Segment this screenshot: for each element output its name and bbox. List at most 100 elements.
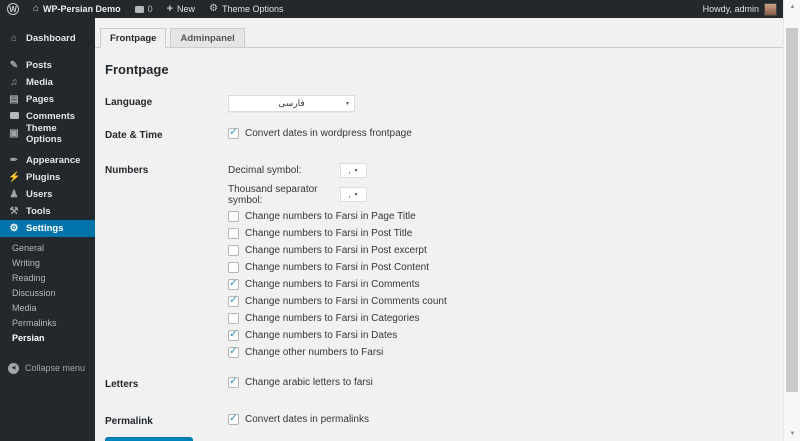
submenu-item-persian[interactable]: Persian: [0, 331, 95, 346]
checkbox-label: Change numbers to Farsi in Post excerpt: [245, 245, 427, 256]
decimal-symbol-select[interactable]: , ▼: [340, 163, 367, 178]
submenu-item-permalinks[interactable]: Permalinks: [0, 316, 95, 331]
comments-toolbar-link[interactable]: 0: [128, 0, 160, 18]
tools-icon: ⚒: [9, 205, 19, 217]
site-name: WP-Persian Demo: [43, 4, 121, 14]
sidebar-item-plugins[interactable]: ⚡ Plugins: [0, 169, 95, 186]
checkbox-row: Change numbers to Farsi in Post excerpt: [228, 245, 447, 256]
numbers-comments-checkbox[interactable]: [228, 279, 239, 290]
number-options-list: Change numbers to Farsi in Page Title Ch…: [228, 211, 447, 358]
scrollbar-thumb[interactable]: [786, 28, 798, 392]
language-row: Language فارسی ▼: [105, 95, 783, 112]
submenu-item-media[interactable]: Media: [0, 301, 95, 316]
letters-label: Letters: [105, 379, 139, 390]
checkbox-label: Change numbers to Farsi in Categories: [245, 313, 420, 324]
theme-options-label: Theme Options: [222, 4, 284, 14]
plus-icon: +: [166, 2, 174, 15]
sidebar-item-settings[interactable]: ⚙ Settings: [0, 220, 101, 237]
numbers-page-title-checkbox[interactable]: [228, 211, 239, 222]
checkbox-row: Change numbers to Farsi in Post Content: [228, 262, 447, 273]
numbers-dates-checkbox[interactable]: [228, 330, 239, 341]
site-link[interactable]: ⌂ WP-Persian Demo: [26, 0, 128, 18]
scroll-up-icon[interactable]: ▲: [784, 0, 800, 14]
collapse-arrow-icon: ◀: [8, 362, 19, 374]
submenu-item-reading[interactable]: Reading: [0, 271, 95, 286]
decimal-symbol-value: ,: [348, 166, 351, 175]
submenu-item-general[interactable]: General: [0, 241, 95, 256]
chevron-down-icon: ▼: [353, 191, 359, 198]
theme-options-toolbar-link[interactable]: ⚙ Theme Options: [202, 0, 291, 18]
thousand-separator-label: Thousand separator symbol:: [228, 183, 318, 206]
checkbox-row: Change numbers to Farsi in Categories: [228, 313, 447, 324]
main-content: Frontpage Adminpanel Frontpage Language …: [95, 18, 783, 441]
sidebar-item-media[interactable]: ♫ Media: [0, 74, 95, 91]
comments-count: 0: [147, 4, 153, 14]
admin-sidebar: ⌂ Dashboard ✎ Posts ♫ Media ▤ Pages Comm…: [0, 18, 101, 441]
numbers-post-excerpt-checkbox[interactable]: [228, 245, 239, 256]
checkbox-label: Convert dates in wordpress frontpage: [245, 128, 412, 139]
checkbox-label: Change numbers to Farsi in Post Content: [245, 262, 429, 273]
submenu-item-discussion[interactable]: Discussion: [0, 286, 95, 301]
users-icon: ♟: [9, 188, 19, 200]
new-label: New: [177, 4, 196, 14]
checkbox-label: Change numbers to Farsi in Comments: [245, 279, 420, 290]
wordpress-admin-screen: W ⌂ WP-Persian Demo 0 + New ⚙ Theme Opti…: [0, 0, 800, 441]
letters-row: Letters Change arabic letters to farsi: [105, 377, 783, 390]
numbers-other-checkbox[interactable]: [228, 347, 239, 358]
numbers-categories-checkbox[interactable]: [228, 313, 239, 324]
page-title: Frontpage: [105, 62, 169, 77]
submenu-item-writing[interactable]: Writing: [0, 256, 95, 271]
comment-bubble-icon: [134, 5, 144, 13]
sidebar-item-tools[interactable]: ⚒ Tools: [0, 203, 95, 220]
arabic-letters-checkbox[interactable]: [228, 377, 239, 388]
permalink-row: Permalink Convert dates in permalinks: [105, 414, 783, 427]
numbers-label: Numbers: [105, 165, 149, 176]
settings-icon: ⚙: [9, 222, 19, 234]
sidebar-item-pages[interactable]: ▤ Pages: [0, 91, 95, 108]
checkbox-row: Change numbers to Farsi in Page Title: [228, 211, 447, 222]
settings-form: Language فارسی ▼ Date & Time Convert dat…: [105, 95, 783, 427]
checkbox-label: Change arabic letters to farsi: [245, 377, 373, 388]
convert-dates-frontpage-checkbox[interactable]: [228, 128, 239, 139]
collapse-menu-button[interactable]: ◀ Collapse menu: [0, 360, 95, 376]
sidebar-item-dashboard[interactable]: ⌂ Dashboard: [0, 30, 95, 47]
checkbox-row: Change other numbers to Farsi: [228, 347, 447, 358]
numbers-post-title-checkbox[interactable]: [228, 228, 239, 239]
checkbox-label: Change numbers to Farsi in Post Title: [245, 228, 413, 239]
datetime-label: Date & Time: [105, 130, 163, 141]
thousand-separator-value: ,: [348, 190, 351, 199]
numbers-post-content-checkbox[interactable]: [228, 262, 239, 273]
checkbox-label: Change other numbers to Farsi: [245, 347, 384, 358]
thousand-separator-select[interactable]: , ▼: [340, 187, 367, 202]
sidebar-item-appearance[interactable]: ✒ Appearance: [0, 152, 95, 169]
settings-submenu: General Writing Reading Discussion Media…: [0, 237, 95, 346]
home-icon: ⌂: [33, 3, 40, 14]
account-menu[interactable]: Howdy, admin: [697, 0, 783, 18]
checkbox-row: Change numbers to Farsi in Comments coun…: [228, 296, 447, 307]
wordpress-menu[interactable]: W: [0, 0, 26, 18]
sidebar-item-posts[interactable]: ✎ Posts: [0, 57, 95, 74]
tab-frontpage[interactable]: Frontpage: [100, 28, 167, 48]
language-select[interactable]: فارسی ▼: [228, 95, 355, 112]
scroll-down-icon[interactable]: ▼: [784, 427, 800, 441]
wordpress-logo-icon: W: [7, 3, 19, 15]
chevron-down-icon: ▼: [345, 100, 350, 107]
numbers-row: Numbers Decimal symbol: , ▼ Thousand sep…: [105, 163, 783, 364]
scrollbar[interactable]: ▲ ▼: [783, 0, 800, 441]
new-content-menu[interactable]: + New: [160, 0, 202, 18]
sidebar-item-theme-options[interactable]: ▣ Theme Options: [0, 123, 95, 145]
sidebar-item-users[interactable]: ♟ Users: [0, 186, 95, 203]
tab-adminpanel[interactable]: Adminpanel: [170, 28, 245, 48]
chevron-down-icon: ▼: [353, 167, 359, 174]
save-changes-button[interactable]: Save Changes: [105, 437, 193, 441]
avatar: [764, 2, 777, 16]
decimal-symbol-label: Decimal symbol:: [228, 165, 302, 176]
numbers-comments-count-checkbox[interactable]: [228, 296, 239, 307]
settings-tabbar: Frontpage Adminpanel: [95, 28, 783, 48]
plugins-icon: ⚡: [8, 171, 21, 183]
checkbox-label: Change numbers to Farsi in Page Title: [245, 211, 416, 222]
permalink-dates-checkbox[interactable]: [228, 414, 239, 425]
howdy-text: Howdy, admin: [702, 4, 759, 14]
appearance-icon: ✒: [9, 154, 19, 166]
checkbox-label: Change numbers to Farsi in Comments coun…: [245, 296, 447, 307]
